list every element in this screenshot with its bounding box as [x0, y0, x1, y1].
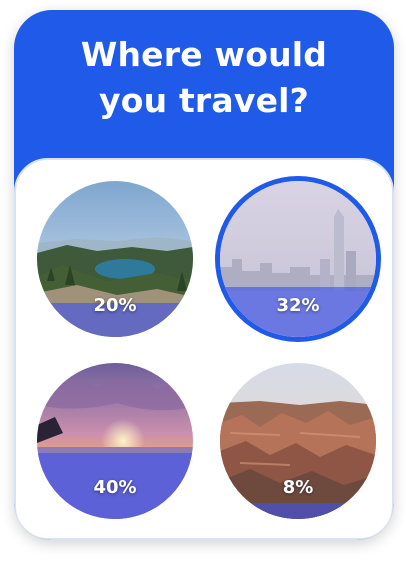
option-lake[interactable]: 20%	[37, 181, 193, 337]
option-canyon[interactable]: 8%	[220, 363, 376, 519]
result-fill-bar	[220, 503, 376, 519]
percent-label: 32%	[276, 295, 320, 316]
percent-label: 8%	[282, 477, 314, 498]
poll-card: Where would you travel? 20% 32% 40% 8%	[14, 10, 394, 540]
poll-title: Where would you travel?	[80, 35, 328, 120]
option-city[interactable]: 32%	[220, 181, 376, 337]
percent-label: 20%	[93, 295, 137, 316]
options-panel: 20% 32% 40% 8%	[14, 158, 394, 540]
percent-label: 40%	[93, 477, 137, 498]
option-beach[interactable]: 40%	[37, 363, 193, 519]
